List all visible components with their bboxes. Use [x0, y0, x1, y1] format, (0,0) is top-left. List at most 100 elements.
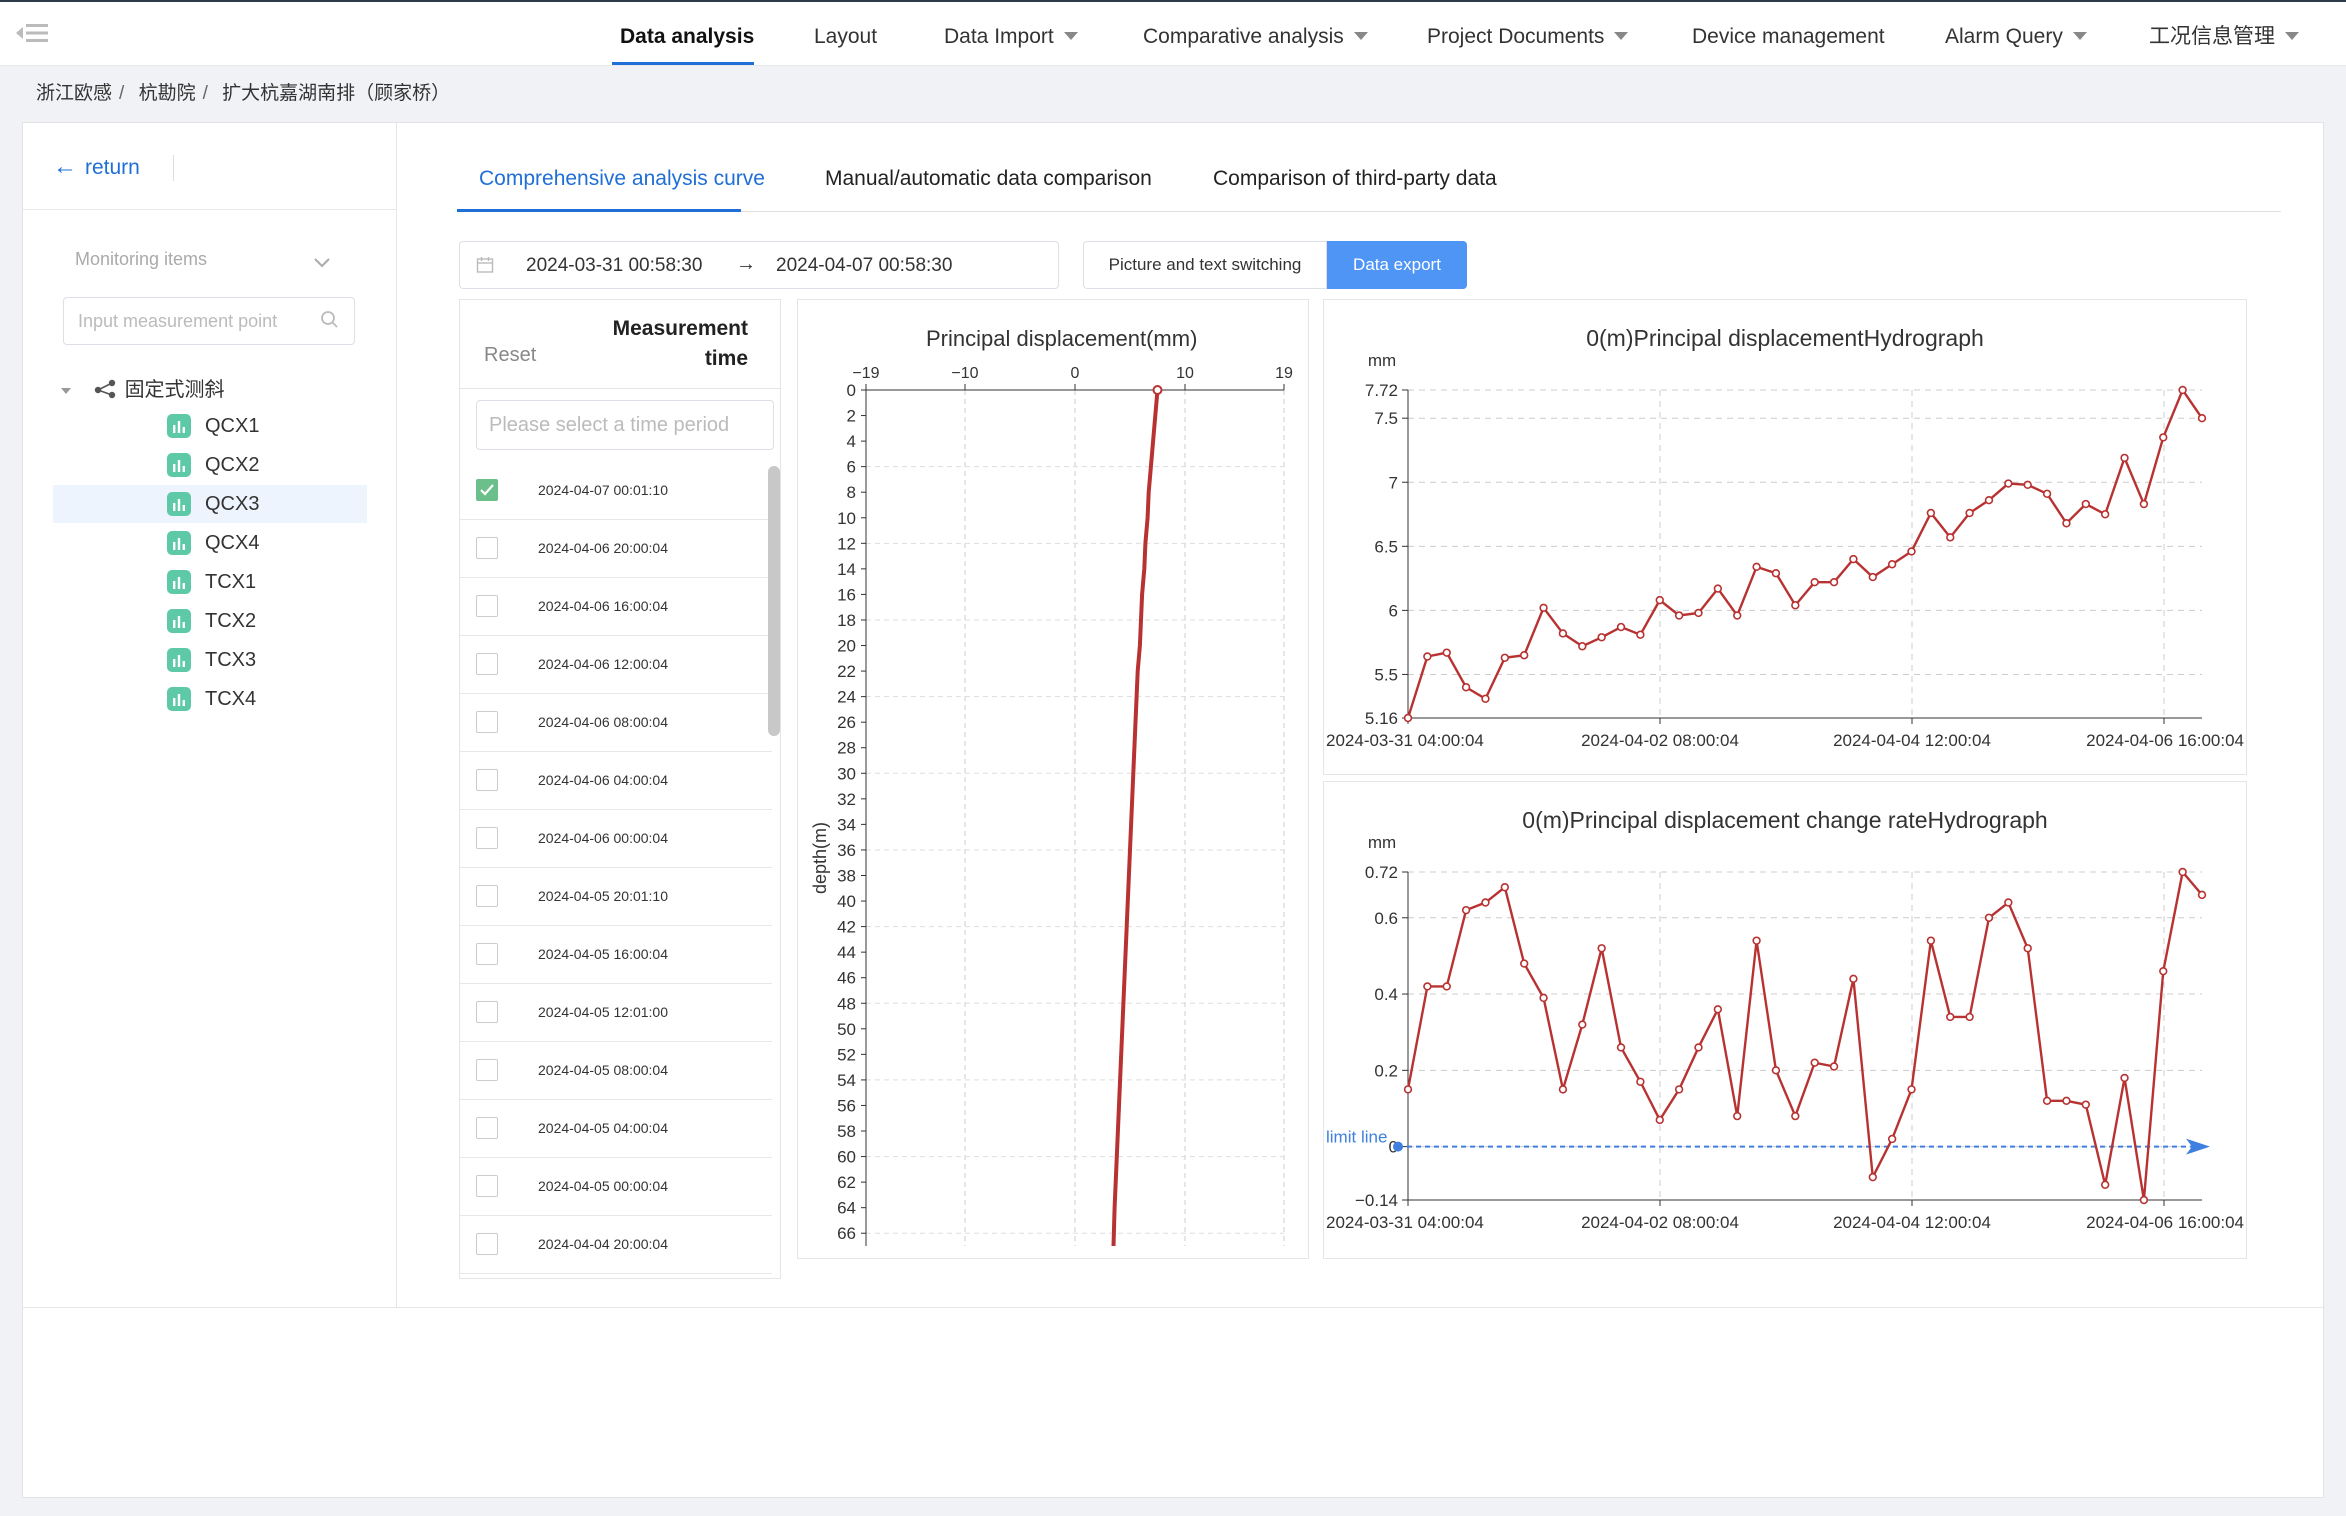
data-point: [2100, 1180, 2110, 1189]
y-axis-label: depth(m): [810, 822, 830, 894]
data-point: [2100, 510, 2110, 519]
data-point: [1887, 560, 1897, 569]
data-point: [1403, 713, 1413, 723]
row-checkbox[interactable]: [476, 827, 498, 849]
time-row[interactable]: 2024-04-05 04:00:04: [460, 1100, 772, 1158]
nav-work-info[interactable]: 工况信息管理: [2149, 2, 2299, 66]
data-point: [1558, 1085, 1568, 1094]
picture-text-switch-button[interactable]: Picture and text switching: [1083, 241, 1327, 289]
time-period-select[interactable]: Please select a time period: [476, 400, 774, 450]
data-point: [1655, 1115, 1664, 1125]
tab-comprehensive-analysis[interactable]: Comprehensive analysis curve: [479, 167, 765, 191]
data-point: [1674, 611, 1684, 620]
tree-item-qcx4[interactable]: QCX4: [53, 524, 367, 562]
date-range-picker[interactable]: 2024-03-31 00:58:30 → 2024-04-07 00:58:3…: [459, 241, 1059, 289]
data-point: [1597, 944, 1606, 953]
row-checkbox[interactable]: [476, 595, 498, 617]
check-icon: [480, 484, 494, 496]
data-point: [1694, 608, 1703, 618]
caret-down-icon: [2072, 32, 2087, 40]
data-point: [1539, 993, 1548, 1003]
caret-down-icon: [2285, 32, 2299, 40]
measurement-point-search-input[interactable]: Input measurement point: [63, 297, 355, 345]
tab-manual-automatic-comparison[interactable]: Manual/automatic data comparison: [825, 167, 1152, 191]
time-row[interactable]: 2024-04-07 00:01:10: [460, 462, 772, 520]
x-tick-label: 2024-04-04 12:00:04: [1833, 1213, 1991, 1232]
tree-item-label: QCX4: [205, 532, 260, 554]
time-row[interactable]: 2024-04-05 16:00:04: [460, 926, 772, 984]
time-row[interactable]: 2024-04-06 08:00:04: [460, 694, 772, 752]
data-point: [1461, 683, 1471, 692]
row-checkbox[interactable]: [476, 653, 498, 675]
nav-label: Alarm Query: [1945, 25, 2063, 48]
y-tick-label: 50: [837, 1020, 856, 1039]
depth-series-line: [1111, 389, 1160, 1247]
time-row[interactable]: 2024-04-05 20:01:10: [460, 868, 772, 926]
nav-comparative-analysis[interactable]: Comparative analysis: [1143, 2, 1368, 66]
nav-data-analysis[interactable]: Data analysis: [620, 2, 754, 66]
y-tick-label: 12: [837, 534, 856, 553]
tree-item-qcx2[interactable]: QCX2: [53, 446, 367, 484]
tab-third-party-comparison[interactable]: Comparison of third-party data: [1213, 167, 1497, 191]
time-row[interactable]: 2024-04-06 20:00:04: [460, 520, 772, 578]
time-row[interactable]: 2024-04-05 12:01:00: [460, 984, 772, 1042]
row-checkbox[interactable]: [476, 1001, 498, 1023]
tree-item-tcx3[interactable]: TCX3: [53, 641, 367, 679]
data-point: [1926, 508, 1936, 518]
data-point: [2139, 499, 2149, 509]
change-rate-hydrograph-chart: 0(m)Principal displacement change rateHy…: [1323, 781, 2247, 1259]
breadcrumb-item[interactable]: 杭勘院: [139, 83, 196, 104]
row-checkbox[interactable]: [476, 711, 498, 733]
menu-collapse-icon[interactable]: [14, 20, 50, 46]
time-row[interactable]: 2024-04-06 12:00:04: [460, 636, 772, 694]
data-point: [1868, 572, 1877, 582]
tree-item-tcx1[interactable]: TCX1: [53, 563, 367, 601]
nav-label: Comparative analysis: [1143, 25, 1344, 48]
row-checkbox[interactable]: [476, 1175, 498, 1197]
date-end-input[interactable]: 2024-04-07 00:58:30: [776, 255, 952, 277]
y-tick-label: 48: [837, 994, 856, 1013]
tree-item-qcx1[interactable]: QCX1: [53, 407, 367, 445]
row-checkbox[interactable]: [476, 769, 498, 791]
row-checkbox[interactable]: [476, 1059, 498, 1081]
row-checkbox[interactable]: [476, 537, 498, 559]
nav-project-documents[interactable]: Project Documents: [1427, 2, 1629, 66]
time-row[interactable]: 2024-04-05 08:00:04: [460, 1042, 772, 1100]
reset-label: Reset: [484, 344, 537, 366]
tree-item-tcx4[interactable]: TCX4: [53, 680, 367, 718]
time-row[interactable]: 2024-04-06 16:00:04: [460, 578, 772, 636]
y-tick-label: 5.16: [1365, 709, 1398, 728]
nav-alarm-query[interactable]: Alarm Query: [1945, 2, 2087, 66]
tree-item-tcx2[interactable]: TCX2: [53, 602, 367, 640]
row-checkbox[interactable]: [476, 943, 498, 965]
time-row[interactable]: 2024-04-06 00:00:04: [460, 810, 772, 868]
reset-button[interactable]: Reset: [484, 344, 536, 367]
y-tick-label: 22: [837, 662, 856, 681]
time-label: 2024-04-05 16:00:04: [538, 946, 668, 962]
time-label: 2024-04-05 12:01:00: [538, 1004, 668, 1020]
row-checkbox[interactable]: [476, 479, 498, 501]
data-export-button[interactable]: Data export: [1327, 241, 1467, 289]
tree-root-fixed-inclinometer[interactable]: 固定式测斜: [61, 373, 225, 402]
row-checkbox[interactable]: [476, 1233, 498, 1255]
return-button[interactable]: ← return: [53, 153, 140, 181]
scrollbar-thumb[interactable]: [768, 466, 780, 736]
y-tick-label: 44: [837, 943, 856, 962]
search-icon[interactable]: [320, 310, 340, 330]
breadcrumb-item[interactable]: 浙江欧感: [36, 83, 112, 104]
y-tick-label: 64: [837, 1199, 856, 1218]
nav-layout[interactable]: Layout: [814, 2, 877, 66]
row-checkbox[interactable]: [476, 885, 498, 907]
row-checkbox[interactable]: [476, 1117, 498, 1139]
nav-device-management[interactable]: Device management: [1692, 2, 1885, 66]
date-start-input[interactable]: 2024-03-31 00:58:30: [526, 255, 702, 277]
caret-down-icon[interactable]: [61, 388, 71, 394]
time-row[interactable]: 2024-04-05 00:00:04: [460, 1158, 772, 1216]
time-row[interactable]: 2024-04-06 04:00:04: [460, 752, 772, 810]
data-point: [1771, 569, 1781, 578]
monitoring-items-select[interactable]: Monitoring items: [75, 249, 341, 283]
time-row[interactable]: 2024-04-04 20:00:04: [460, 1216, 772, 1274]
nav-data-import[interactable]: Data Import: [944, 2, 1078, 66]
tree-item-qcx3[interactable]: QCX3: [53, 485, 367, 523]
data-point: [1984, 495, 1994, 505]
